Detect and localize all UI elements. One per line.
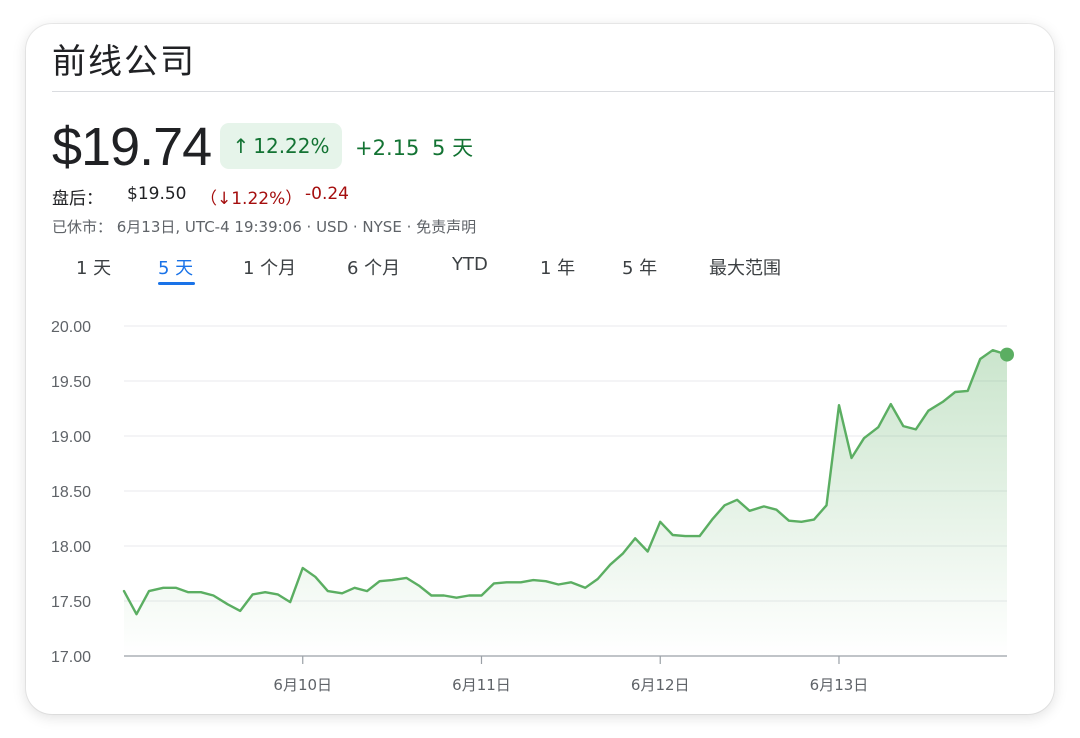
price-series bbox=[122, 347, 1014, 656]
y-tick-label: 19.50 bbox=[51, 374, 91, 391]
y-tick-label: 18.00 bbox=[51, 539, 91, 556]
y-tick-label: 20.00 bbox=[51, 319, 91, 336]
last-price-marker bbox=[1000, 347, 1014, 362]
y-tick-label: 19.00 bbox=[51, 429, 91, 446]
price-chart[interactable]: 17.00 17.50 18.00 18.50 19.00 19.50 20.00 6月10… bbox=[26, 24, 1054, 714]
price-area-fill bbox=[124, 350, 1007, 656]
y-tick-label: 18.50 bbox=[51, 484, 91, 501]
x-tick-label: 6月11日 bbox=[452, 676, 511, 694]
finance-card: 前线公司 $19.74 ↑ 12.22% +2.15 5 天 盘后： $19.5… bbox=[26, 24, 1054, 714]
x-tick-label: 6月10日 bbox=[273, 676, 332, 694]
x-tick-label: 6月13日 bbox=[810, 676, 869, 694]
y-tick-label: 17.00 bbox=[51, 649, 91, 666]
x-tick-label: 6月12日 bbox=[631, 676, 690, 694]
y-tick-label: 17.50 bbox=[51, 594, 91, 611]
y-axis-labels: 17.00 17.50 18.00 18.50 19.00 19.50 20.00 bbox=[51, 319, 91, 666]
x-axis-labels: 6月10日 6月11日 6月12日 6月13日 bbox=[273, 676, 868, 694]
